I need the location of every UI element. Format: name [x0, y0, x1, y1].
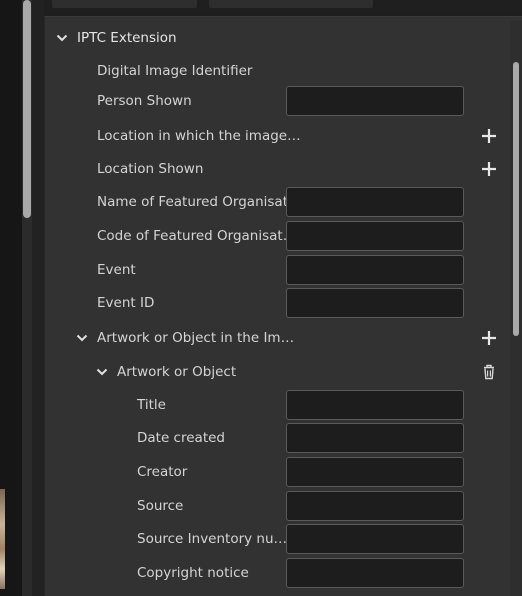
field-label: Event [97, 262, 136, 278]
field-label: Title [137, 397, 166, 413]
field-label: Event ID [97, 295, 155, 311]
trash-icon[interactable] [481, 363, 497, 381]
field-row-name-featured-org: Name of Featured Organisat… [44, 187, 510, 217]
art-creator-input[interactable] [286, 457, 464, 487]
top-tab-2[interactable] [209, 0, 373, 8]
field-row-art-date-created: Date created [44, 423, 510, 453]
plus-icon[interactable] [480, 127, 498, 145]
panel-divider [32, 0, 44, 596]
art-source-inventory-input[interactable] [286, 524, 464, 554]
item-label: Artwork or Object [117, 364, 237, 380]
section-header-iptc-extension[interactable]: IPTC Extension [44, 23, 510, 53]
chevron-down-icon[interactable] [56, 32, 68, 44]
field-label: Digital Image Identifier [97, 63, 253, 79]
field-label: Person Shown [97, 93, 192, 109]
left-scrollbar-thumb[interactable] [23, 0, 31, 218]
field-row-art-creator: Creator [44, 457, 510, 487]
field-label: Code of Featured Organisat… [97, 228, 297, 244]
field-row-code-featured-org: Code of Featured Organisat… [44, 221, 510, 251]
group-item-artwork-object[interactable]: Artwork or Object [44, 357, 510, 387]
event-id-input[interactable] [286, 288, 464, 318]
section-title: IPTC Extension [77, 30, 177, 46]
top-tab-1[interactable] [52, 0, 197, 8]
field-label: Location in which the image… [97, 128, 301, 144]
chevron-down-icon[interactable] [96, 366, 108, 378]
field-label: Name of Featured Organisat… [97, 194, 302, 210]
plus-icon[interactable] [480, 160, 498, 178]
field-row-digital-image-identifier: Digital Image Identifier [44, 56, 510, 86]
field-label: Location Shown [97, 161, 204, 177]
field-label: Source Inventory nu… [137, 531, 288, 547]
field-row-location-created: Location in which the image… [44, 121, 510, 151]
field-label: Date created [137, 430, 225, 446]
art-copyright-input[interactable] [286, 558, 464, 588]
field-row-art-title: Title [44, 390, 510, 420]
field-row-person-shown: Person Shown [44, 86, 510, 116]
field-row-event: Event [44, 255, 510, 285]
field-label: Source [137, 498, 184, 514]
field-label: Creator [137, 464, 188, 480]
group-label: Artwork or Object in the Im… [97, 330, 295, 346]
field-row-event-id: Event ID [44, 288, 510, 318]
field-row-art-source: Source [44, 491, 510, 521]
thumbnail-image[interactable] [0, 489, 5, 589]
name-featured-org-input[interactable] [286, 187, 464, 217]
art-date-created-input[interactable] [286, 423, 464, 453]
person-shown-input[interactable] [286, 86, 464, 116]
code-featured-org-input[interactable] [286, 221, 464, 251]
group-header-artwork-in-image[interactable]: Artwork or Object in the Im… [44, 323, 510, 353]
chevron-down-icon[interactable] [76, 332, 88, 344]
metadata-panel-window: IPTC Extension Digital Image Identifier … [0, 0, 522, 596]
art-title-input[interactable] [286, 390, 464, 420]
field-row-location-shown: Location Shown [44, 154, 510, 184]
field-row-art-copyright: Copyright notice [44, 558, 510, 588]
plus-icon[interactable] [480, 329, 498, 347]
field-row-art-source-inventory: Source Inventory nu… [44, 524, 510, 554]
event-input[interactable] [286, 255, 464, 285]
field-label: Copyright notice [137, 565, 249, 581]
main-scrollbar-thumb[interactable] [513, 62, 519, 336]
art-source-input[interactable] [286, 491, 464, 521]
